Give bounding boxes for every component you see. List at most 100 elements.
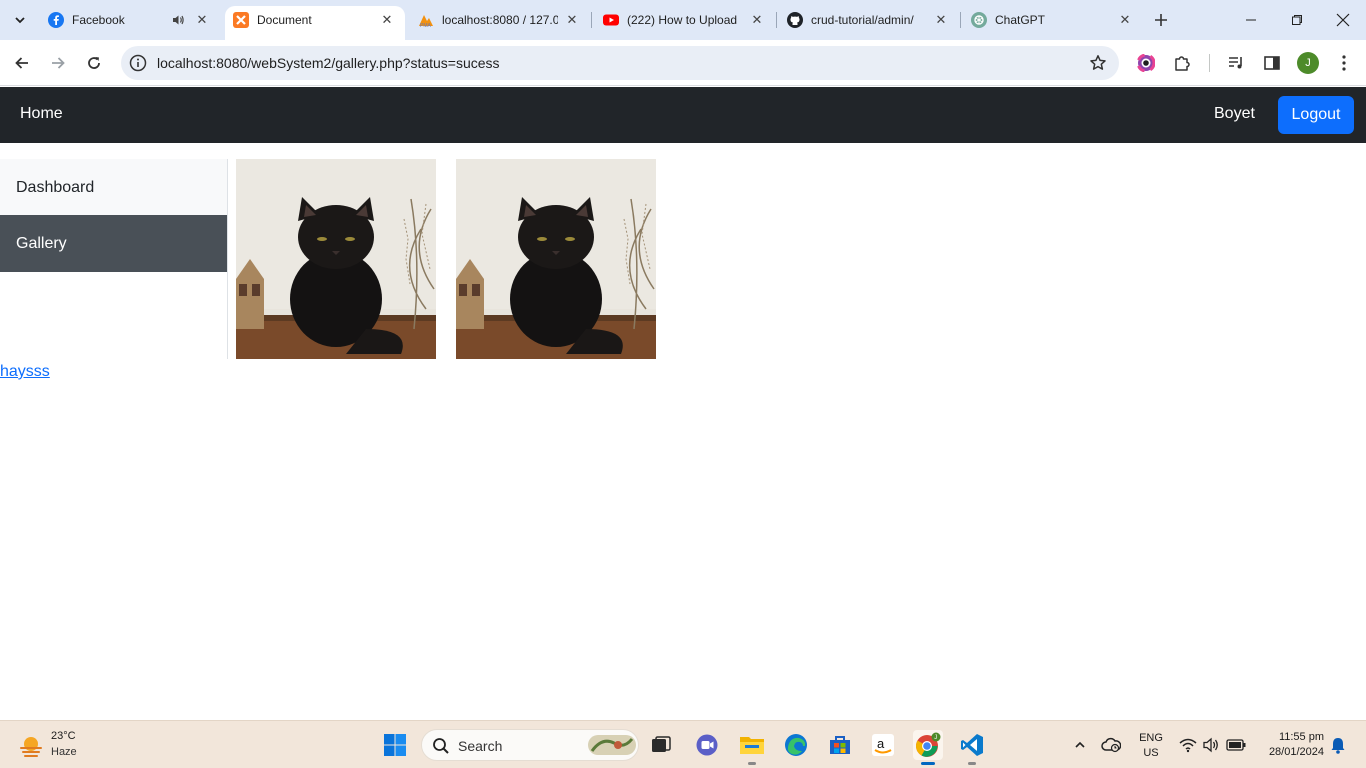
- folder-icon: [740, 737, 764, 754]
- lang-region: US: [1143, 747, 1159, 759]
- file-explorer-button[interactable]: [737, 730, 767, 765]
- task-view-icon: [652, 736, 671, 752]
- browser-tab-strip: Facebook ✕ Document ✕ PMA localhost:8080…: [0, 0, 1366, 40]
- arrow-left-icon: [15, 57, 28, 69]
- nav-home-link[interactable]: Home: [20, 105, 63, 123]
- restore-icon: [1292, 15, 1302, 25]
- close-icon: [1336, 13, 1350, 27]
- site-navbar: Home Boyet Logout: [0, 87, 1366, 143]
- gallery-image: [236, 159, 436, 359]
- notification-bell-icon[interactable]: [1328, 735, 1348, 755]
- tab-divider: [591, 12, 592, 28]
- side-panel-icon[interactable]: [1261, 52, 1283, 74]
- sidebar-item-dashboard[interactable]: Dashboard: [0, 159, 227, 216]
- tab-title: localhost:8080 / 127.0: [442, 13, 558, 27]
- edge-icon: [785, 734, 807, 756]
- tab-chatgpt[interactable]: ChatGPT ✕: [963, 0, 1143, 40]
- close-icon[interactable]: ✕: [194, 12, 210, 28]
- running-indicator: [968, 762, 976, 765]
- bookmark-star-icon[interactable]: [1089, 54, 1107, 72]
- close-icon[interactable]: ✕: [379, 12, 395, 28]
- weather-description[interactable]: Haze: [51, 746, 77, 758]
- speaker-icon[interactable]: [170, 12, 186, 28]
- media-control-icon[interactable]: [1225, 52, 1247, 74]
- minimize-button[interactable]: [1228, 0, 1274, 40]
- lang-code: ENG: [1139, 732, 1163, 744]
- search-icon: [433, 738, 449, 754]
- show-hidden-icons-button[interactable]: [1070, 735, 1090, 755]
- color-extension-icon[interactable]: [1135, 52, 1157, 74]
- weather-temperature[interactable]: 23°C: [51, 730, 76, 742]
- input-language[interactable]: ENG US: [1138, 731, 1164, 761]
- battery-icon[interactable]: [1226, 735, 1246, 755]
- back-button[interactable]: [8, 49, 36, 77]
- volume-icon[interactable]: [1201, 735, 1221, 755]
- start-button[interactable]: [380, 730, 410, 760]
- clock-time: 11:55 pm: [1278, 731, 1324, 743]
- tab-title: (222) How to Upload: [627, 13, 738, 27]
- sidebar: Dashboard Gallery: [0, 159, 228, 359]
- close-icon[interactable]: ✕: [1117, 12, 1133, 28]
- address-bar[interactable]: localhost:8080/webSystem2/gallery.php?st…: [121, 46, 1119, 80]
- plus-icon: [1155, 14, 1167, 26]
- close-icon[interactable]: ✕: [564, 12, 580, 28]
- nav-username: Boyet: [1214, 105, 1255, 122]
- svg-text:PMA: PMA: [420, 23, 432, 28]
- windows-icon: [384, 734, 406, 756]
- restore-button[interactable]: [1274, 0, 1320, 40]
- facebook-icon: [48, 12, 64, 28]
- new-tab-button[interactable]: [1150, 9, 1172, 31]
- sidebar-item-gallery[interactable]: Gallery: [0, 215, 227, 272]
- system-clock[interactable]: 11:55 pm 28/01/2024: [1258, 730, 1324, 760]
- vscode-button[interactable]: [957, 730, 987, 765]
- chrome-button[interactable]: J: [913, 730, 943, 765]
- search-highlight-icon: [588, 735, 636, 755]
- active-indicator: [921, 762, 935, 765]
- tab-divider: [960, 12, 961, 28]
- tab-search-button[interactable]: [6, 6, 34, 34]
- gallery-image: [456, 159, 656, 359]
- github-icon: [787, 12, 803, 28]
- tab-facebook[interactable]: Facebook ✕: [40, 0, 220, 40]
- edge-browser-button[interactable]: [781, 730, 811, 760]
- teams-chat-button[interactable]: [692, 730, 722, 760]
- window-close-button[interactable]: [1320, 0, 1366, 40]
- info-icon[interactable]: [129, 54, 147, 72]
- store-icon: [830, 736, 850, 754]
- arrow-right-icon: [52, 57, 65, 69]
- xampp-icon: [233, 12, 249, 28]
- reload-button[interactable]: [80, 49, 108, 77]
- running-indicator: [748, 762, 756, 765]
- haysss-link[interactable]: haysss: [0, 363, 50, 381]
- onedrive-sync-icon[interactable]: [1101, 735, 1121, 755]
- tab-divider: [776, 12, 777, 28]
- reload-icon: [88, 57, 100, 69]
- tab-document[interactable]: Document ✕: [225, 6, 405, 40]
- tab-youtube[interactable]: (222) How to Upload ✕: [595, 0, 775, 40]
- windows-taskbar: 23°C Haze Search a J ENG US 11:55 pm 28/…: [0, 720, 1366, 768]
- close-icon[interactable]: ✕: [749, 12, 765, 28]
- tab-title: Facebook: [72, 13, 125, 27]
- cat-photo: [456, 159, 656, 359]
- extensions-puzzle-icon[interactable]: [1171, 52, 1193, 74]
- svg-text:J: J: [934, 735, 937, 741]
- wifi-icon[interactable]: [1178, 735, 1198, 755]
- tab-phpmyadmin[interactable]: PMA localhost:8080 / 127.0 ✕: [410, 0, 590, 40]
- task-view-button[interactable]: [646, 730, 676, 760]
- taskbar-search-box[interactable]: Search: [421, 729, 639, 761]
- youtube-icon: [603, 14, 619, 26]
- url-text[interactable]: localhost:8080/webSystem2/gallery.php?st…: [157, 55, 500, 71]
- more-menu-icon[interactable]: [1333, 52, 1355, 74]
- forward-button[interactable]: [44, 49, 72, 77]
- weather-haze-icon[interactable]: [18, 733, 44, 759]
- tab-title: ChatGPT: [995, 13, 1046, 27]
- logout-button[interactable]: Logout: [1278, 96, 1354, 134]
- chatgpt-icon: [971, 12, 987, 28]
- close-icon[interactable]: ✕: [933, 12, 949, 28]
- microsoft-store-button[interactable]: [825, 730, 855, 760]
- chevron-down-icon: [15, 17, 25, 24]
- profile-avatar[interactable]: J: [1297, 52, 1319, 74]
- chrome-icon: J: [916, 732, 941, 757]
- tab-github[interactable]: crud-tutorial/admin/ ✕: [779, 0, 959, 40]
- amazon-app-button[interactable]: a: [868, 730, 898, 760]
